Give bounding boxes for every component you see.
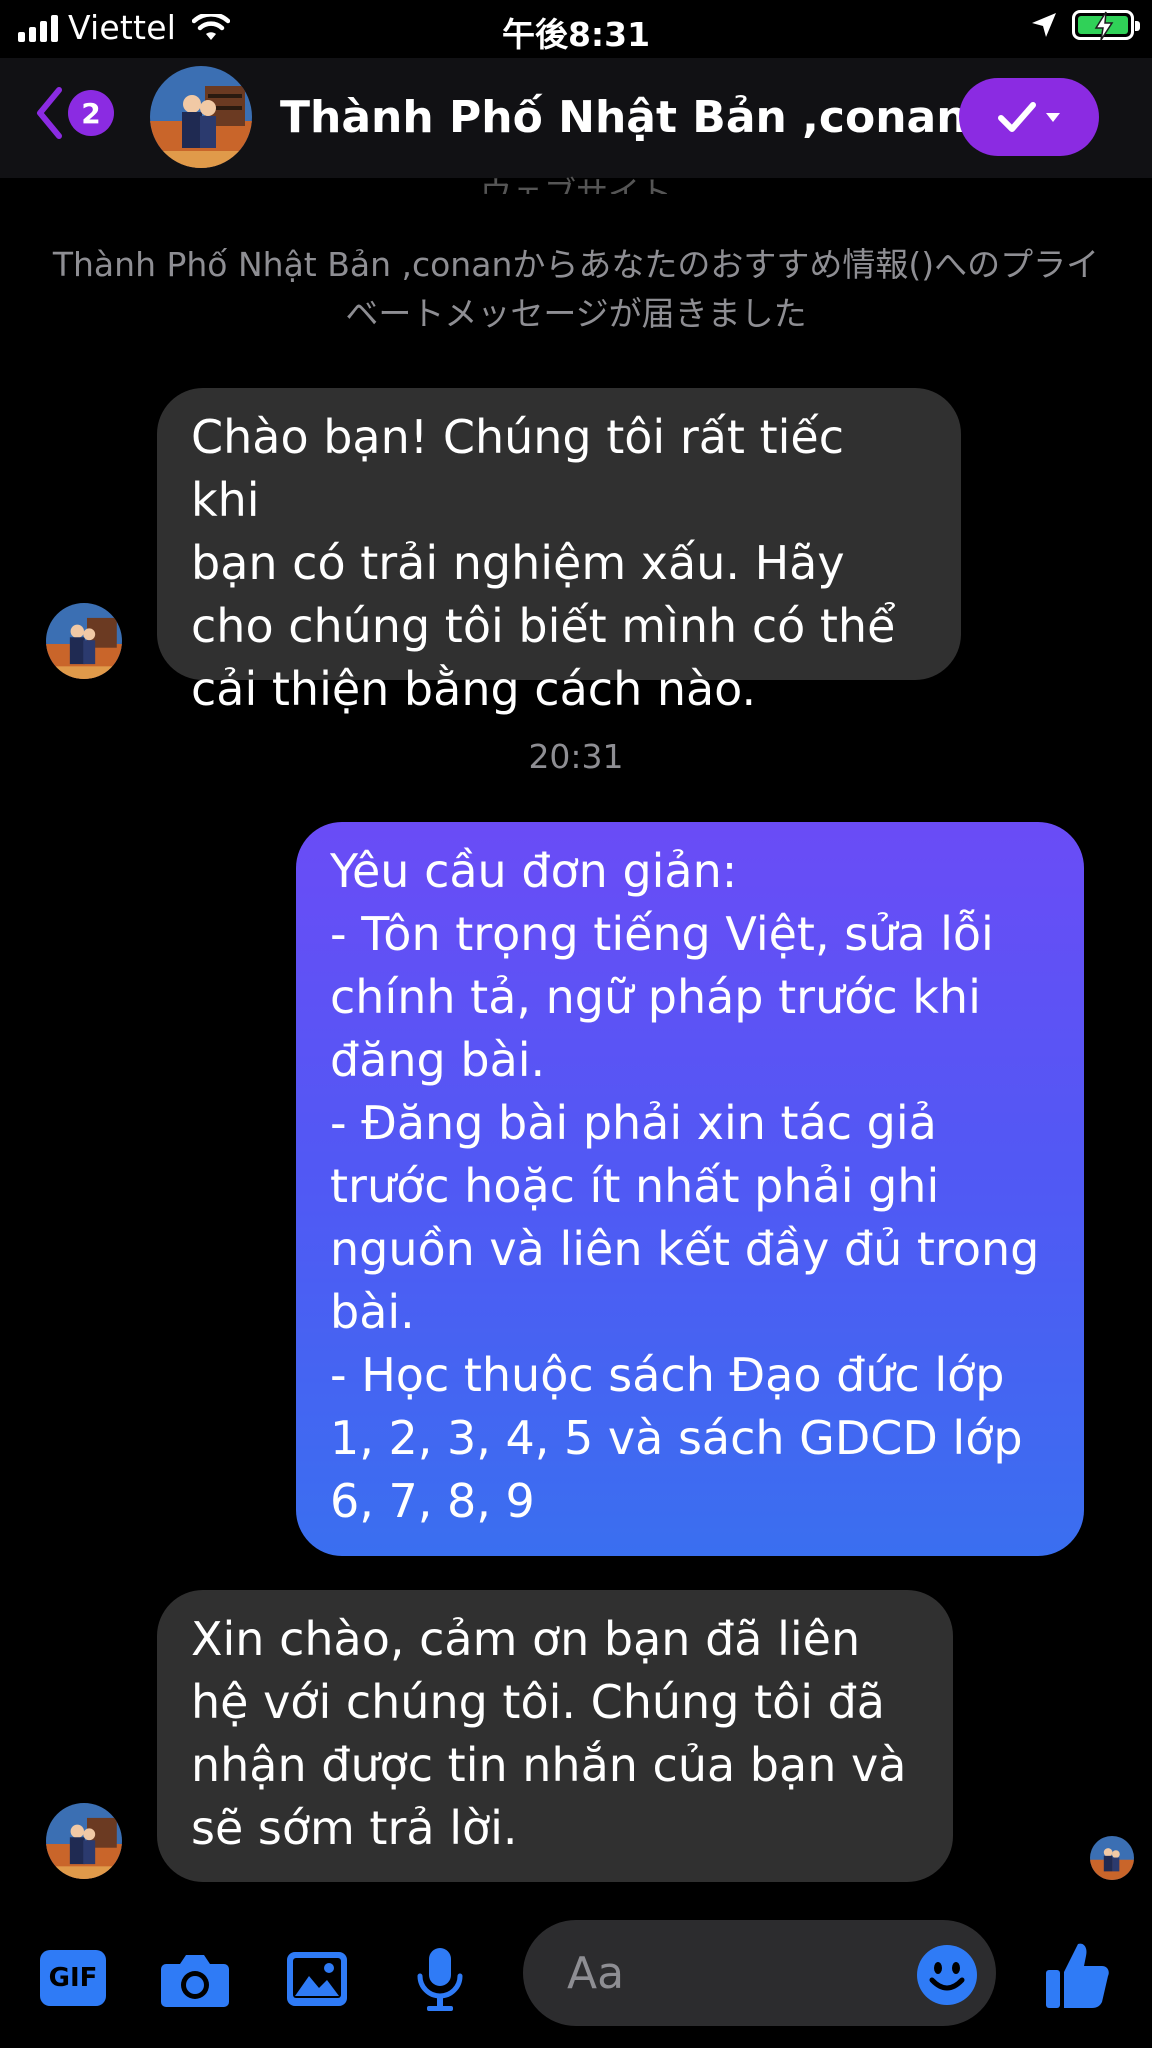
message-composer: GIF Aa xyxy=(0,1910,1152,2048)
check-icon xyxy=(998,102,1036,132)
status-time: 午後8:31 xyxy=(501,15,651,54)
unread-badge: 2 xyxy=(68,90,114,136)
clipped-text: ウェブサイト xyxy=(479,174,672,194)
sender-avatar[interactable] xyxy=(46,603,122,679)
like-icon[interactable] xyxy=(1044,1940,1110,2010)
message-bubble-outgoing[interactable]: Yêu cầu đơn giản: - Tôn trọng tiếng Việt… xyxy=(296,822,1084,1556)
location-icon xyxy=(1032,13,1056,37)
system-message: Thành Phố Nhật Bản ,conanからあなたのおすすめ情報()へ… xyxy=(52,245,1100,333)
sender-avatar[interactable] xyxy=(46,1803,122,1879)
messenger-screen: Viettel 午後8:31 2 Thành Phố Nhật Bản ,con… xyxy=(0,0,1152,2048)
gif-button[interactable]: GIF xyxy=(40,1950,106,2006)
message-bubble-incoming[interactable]: Xin chào, cảm ơn bạn đã liên hệ với chún… xyxy=(157,1590,953,1882)
message-bubble-incoming[interactable]: Chào bạn! Chúng tôi rất tiếc khi bạn có … xyxy=(157,388,961,716)
message-input[interactable]: Aa xyxy=(523,1920,996,2026)
back-chevron-icon xyxy=(37,87,62,139)
status-right xyxy=(1030,10,1140,41)
message-input-placeholder: Aa xyxy=(567,1948,625,1999)
seen-receipt-avatar xyxy=(1090,1836,1134,1880)
chat-title[interactable]: Thành Phố Nhật Bản ,conan xyxy=(280,92,968,143)
back-button[interactable]: 2 xyxy=(34,86,114,140)
mic-icon[interactable] xyxy=(415,1946,465,2012)
chevron-down-icon xyxy=(1046,113,1060,122)
battery-icon xyxy=(1072,10,1140,41)
emoji-icon[interactable] xyxy=(916,1944,978,2006)
message-timestamp: 20:31 xyxy=(528,737,624,776)
chat-header: 2 Thành Phố Nhật Bản ,conan xyxy=(0,58,1152,178)
done-button[interactable] xyxy=(959,78,1099,156)
status-bar: Viettel 午後8:31 xyxy=(0,0,1152,58)
camera-icon[interactable] xyxy=(160,1950,230,2008)
header-avatar[interactable] xyxy=(150,66,252,168)
photo-icon[interactable] xyxy=(285,1950,349,2008)
